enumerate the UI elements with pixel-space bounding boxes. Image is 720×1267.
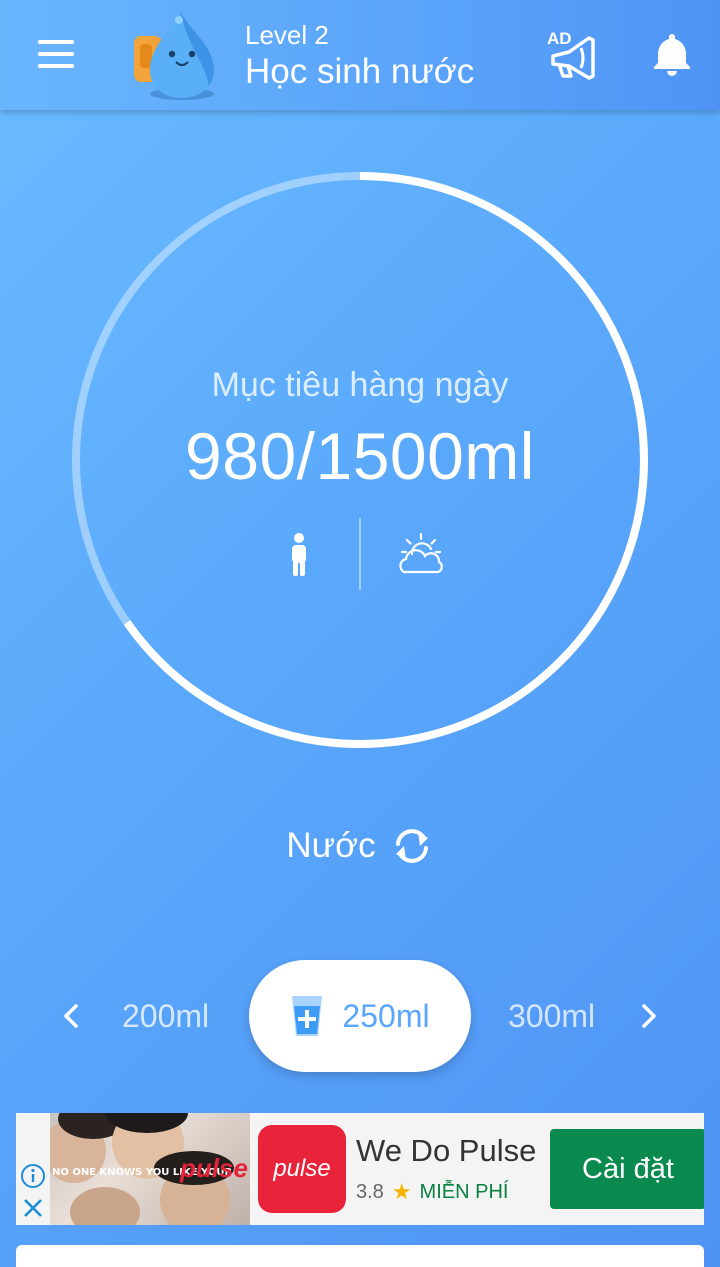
info-icon[interactable]: [20, 1163, 46, 1189]
bottom-card: [16, 1245, 704, 1267]
ad-app-logo[interactable]: pulse: [258, 1125, 346, 1213]
ad-image[interactable]: NO ONE KNOWS YOU LIKE YOUR pulse: [50, 1113, 250, 1225]
refresh-icon: [395, 829, 428, 863]
menu-icon-line: [38, 64, 74, 68]
add-drink-button[interactable]: 250ml: [249, 960, 471, 1072]
ad-megaphone-button[interactable]: AD: [545, 26, 601, 82]
ring-divider: [359, 518, 361, 590]
notification-button[interactable]: [648, 30, 696, 78]
menu-icon-line: [38, 52, 74, 56]
ad-app-logo-text: pulse: [273, 1155, 331, 1182]
drink-type-selector[interactable]: Nước: [0, 826, 720, 866]
chevron-left-icon[interactable]: [52, 996, 92, 1036]
ad-image-brand: pulse: [180, 1153, 248, 1183]
close-icon[interactable]: [22, 1197, 44, 1219]
bell-icon: [654, 34, 690, 76]
ad-megaphone-icon: AD: [547, 29, 595, 80]
ad-app-name[interactable]: We Do Pulse: [356, 1133, 536, 1169]
weather-icon[interactable]: [394, 532, 448, 578]
svg-text:AD: AD: [547, 29, 572, 48]
amount-selected-value: 250ml: [342, 997, 430, 1034]
amount-option-next[interactable]: 300ml: [508, 998, 595, 1035]
amount-selector: 200ml 250ml 300ml: [0, 960, 720, 1074]
menu-icon-line: [38, 40, 74, 44]
cup-plus-icon: [292, 996, 323, 1036]
ad-banner[interactable]: NO ONE KNOWS YOU LIKE YOUR pulse pulse W…: [16, 1113, 704, 1225]
top-bar: Level 2 Học sinh nước AD: [0, 0, 720, 110]
star-icon: ★: [391, 1179, 412, 1204]
ad-price: MIỄN PHÍ: [419, 1180, 509, 1203]
ad-rating-value: 3.8: [356, 1180, 384, 1203]
mascot-icon[interactable]: [132, 8, 224, 102]
daily-goal-label: Mục tiêu hàng ngày: [211, 366, 509, 404]
page-title: Học sinh nước: [245, 52, 475, 91]
person-icon[interactable]: [284, 532, 314, 578]
menu-button[interactable]: [30, 36, 82, 72]
chevron-right-icon[interactable]: [628, 996, 668, 1036]
level-label: Level 2: [245, 20, 329, 50]
drink-type-label: Nước: [286, 826, 376, 865]
amount-option-prev[interactable]: 200ml: [122, 998, 209, 1035]
install-button[interactable]: Cài đặt: [550, 1129, 704, 1209]
daily-goal-value: 980/1500ml: [185, 419, 535, 493]
ad-app-rating: 3.8 ★ MIỄN PHÍ: [356, 1179, 508, 1205]
